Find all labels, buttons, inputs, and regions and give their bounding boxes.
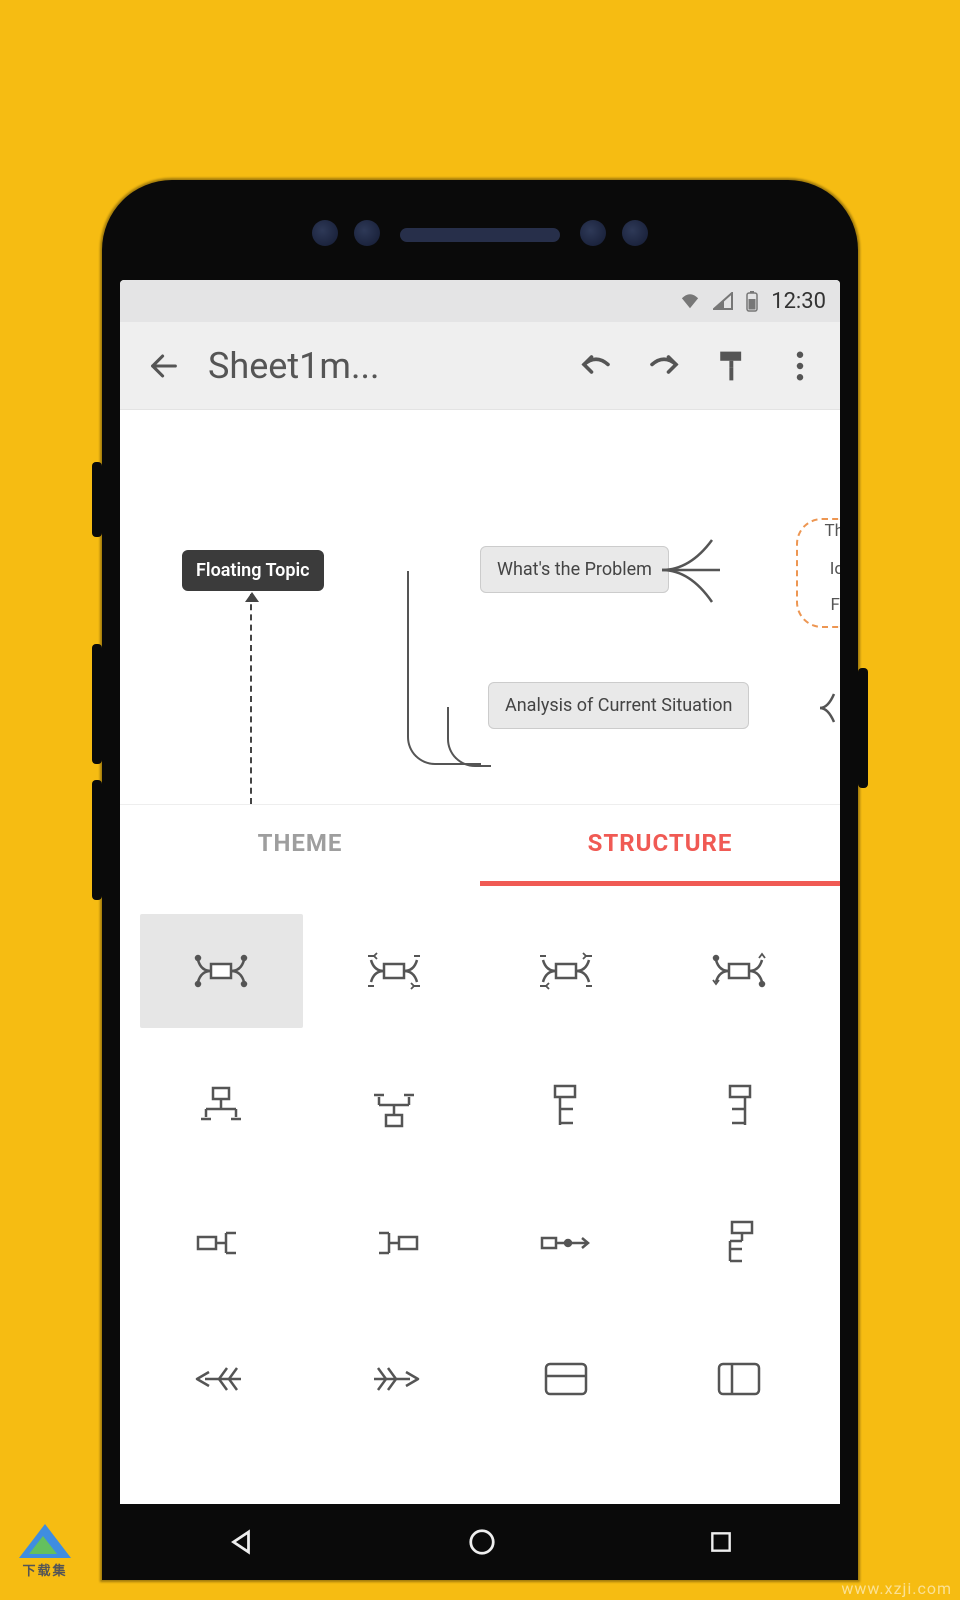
battery-icon [745,290,759,312]
phone-frame: 12:30 Sheet1m... Floating Topic [102,180,858,1580]
phone-side-button [92,644,102,764]
structure-org-up[interactable] [313,1050,476,1164]
phone-camera [312,220,338,246]
topic-node-problem[interactable]: What's the Problem [480,546,669,593]
undo-button[interactable] [572,342,620,390]
back-button[interactable] [140,342,188,390]
tab-structure[interactable]: STRUCTURE [480,805,840,886]
more-button[interactable] [776,342,824,390]
structure-fishbone-left[interactable] [140,1322,303,1436]
nav-recent-button[interactable] [708,1529,734,1555]
phone-camera [580,220,606,246]
redo-button[interactable] [640,342,688,390]
android-nav-bar [120,1504,840,1580]
tab-theme[interactable]: THEME [120,805,480,886]
clipped-subtopic[interactable]: Id [830,558,840,580]
status-bar: 12:30 [120,280,840,322]
structure-tree-left[interactable] [658,1050,821,1164]
phone-camera [354,220,380,246]
phone-side-button [92,780,102,900]
format-button[interactable] [708,342,756,390]
structure-spreadsheet-col[interactable] [658,1322,821,1436]
floating-topic-node[interactable]: Floating Topic [182,550,324,591]
branch-connector [447,707,491,767]
structure-spreadsheet-row[interactable] [485,1322,648,1436]
clipped-subtopic[interactable]: Fi [830,594,840,616]
phone-speaker [400,228,560,242]
structure-logic-left[interactable] [313,1186,476,1300]
structure-logic-right[interactable] [140,1186,303,1300]
signal-icon [713,292,733,310]
structure-timeline[interactable] [485,1186,648,1300]
watermark-logo: 下载集 [10,1524,80,1594]
status-time: 12:30 [771,289,826,314]
phone-side-button [858,668,868,788]
toolbar: Sheet1m... [120,322,840,410]
structure-tree-table[interactable] [658,1186,821,1300]
topic-node-analysis[interactable]: Analysis of Current Situation [488,682,749,729]
structure-map-clockwise[interactable] [313,914,476,1028]
structure-map-balanced[interactable] [140,914,303,1028]
phone-side-button [92,462,102,537]
structure-org-down[interactable] [140,1050,303,1164]
wifi-icon [679,292,701,310]
structure-map-anticlockwise[interactable] [485,914,648,1028]
nav-back-button[interactable] [226,1527,256,1557]
watermark-logo-text: 下载集 [10,1560,80,1579]
nav-home-button[interactable] [467,1527,497,1557]
clipped-subtopic[interactable]: Th [824,520,840,542]
watermark-url: www.xzji.com [841,1579,952,1598]
structure-grid [120,886,840,1446]
floating-topic-connector [250,594,252,804]
phone-camera [622,220,648,246]
phone-screen: 12:30 Sheet1m... Floating Topic [120,280,840,1580]
format-tabbar: THEME STRUCTURE [120,804,840,886]
structure-fishbone-right[interactable] [313,1322,476,1436]
child-connector [662,530,742,620]
structure-tree-right[interactable] [485,1050,648,1164]
page-title: Sheet1m... [208,345,379,387]
child-connector [820,690,840,726]
mindmap-canvas[interactable]: Floating Topic What's the Problem Analys… [120,410,840,804]
structure-map-variant[interactable] [658,914,821,1028]
